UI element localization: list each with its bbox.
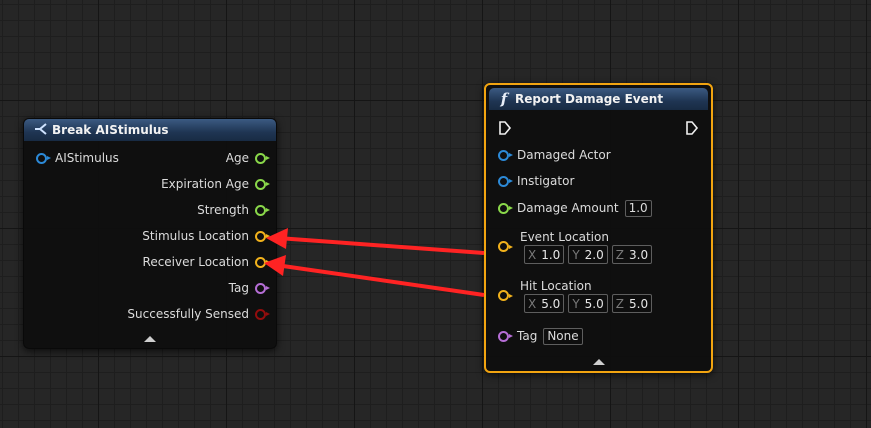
annotation-arrows (264, 228, 485, 297)
arrow-hit-to-receiver (264, 255, 485, 297)
arrow-event-to-stimulus (266, 228, 485, 255)
